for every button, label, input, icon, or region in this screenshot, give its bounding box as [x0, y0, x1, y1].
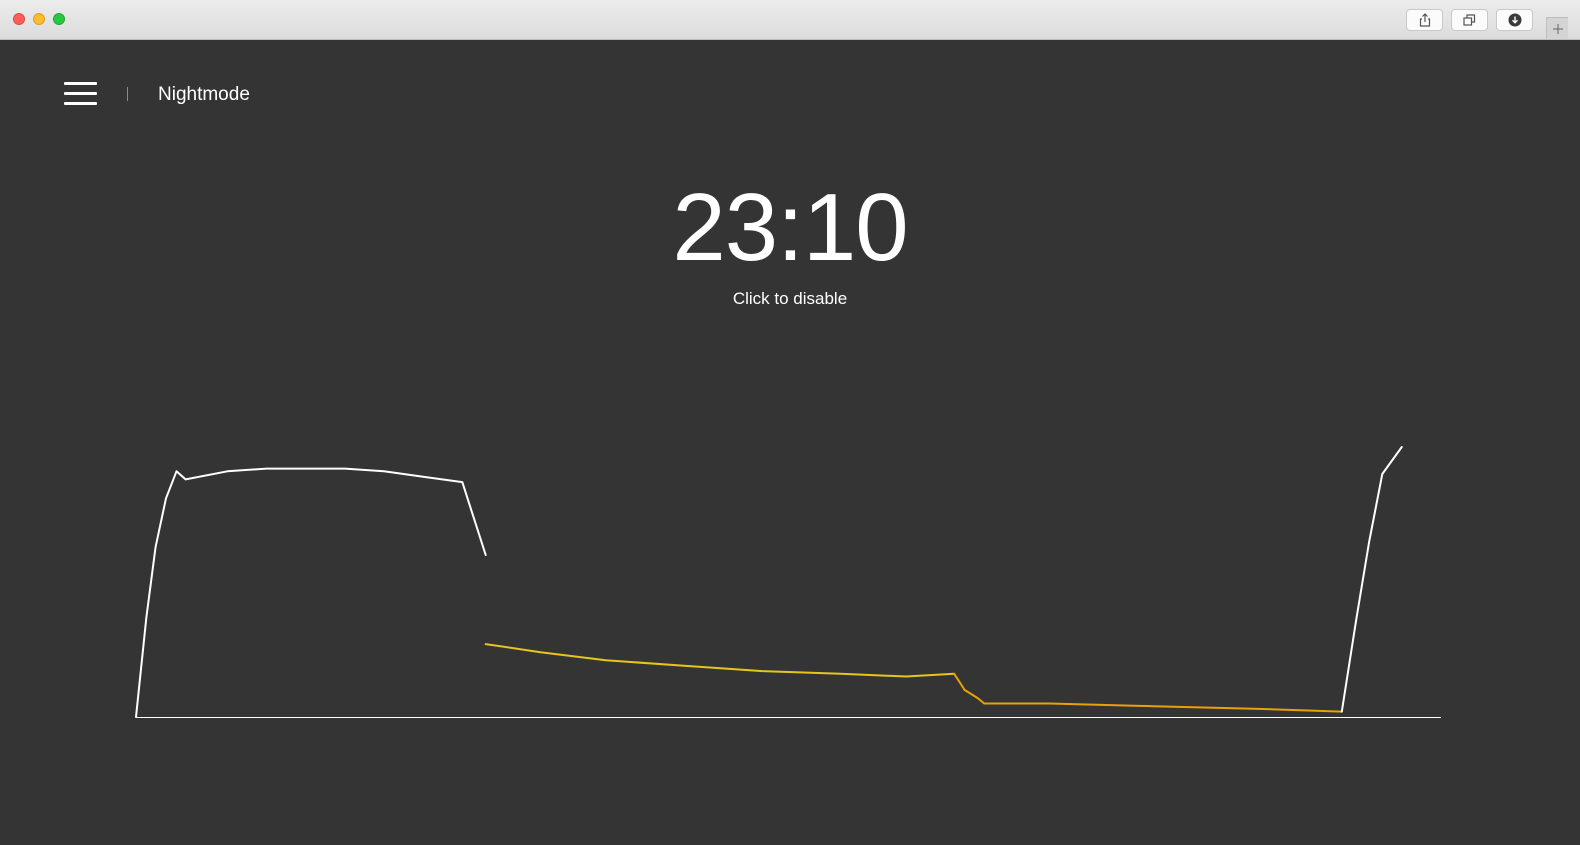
- header-divider: [127, 87, 128, 101]
- minimize-window-button[interactable]: [33, 13, 45, 25]
- tab-overview-button[interactable]: [1451, 9, 1488, 31]
- clock-time[interactable]: 23:10: [0, 176, 1580, 280]
- new-tab-button[interactable]: [1546, 17, 1568, 39]
- window-titlebar: [0, 0, 1580, 40]
- share-button[interactable]: [1406, 9, 1443, 31]
- downloads-button[interactable]: [1496, 9, 1533, 31]
- disable-nightmode-button[interactable]: Click to disable: [0, 289, 1580, 309]
- close-window-button[interactable]: [13, 13, 25, 25]
- app-title: Nightmode: [158, 84, 250, 105]
- menu-line: [64, 102, 97, 105]
- tabs-icon: [1463, 14, 1476, 26]
- curve-segment-2: [484, 643, 956, 678]
- menu-line: [64, 92, 97, 95]
- download-icon: [1508, 13, 1521, 27]
- plus-icon: [1552, 23, 1563, 34]
- curve-segment-1: [135, 467, 487, 718]
- hamburger-menu-icon[interactable]: [64, 82, 97, 106]
- maximize-window-button[interactable]: [53, 13, 65, 25]
- curve-segment-4: [1340, 446, 1403, 713]
- menu-line: [64, 82, 97, 85]
- share-icon: [1419, 13, 1430, 27]
- curve-segment-3: [953, 672, 1343, 713]
- brightness-curve-chart: [135, 446, 1441, 718]
